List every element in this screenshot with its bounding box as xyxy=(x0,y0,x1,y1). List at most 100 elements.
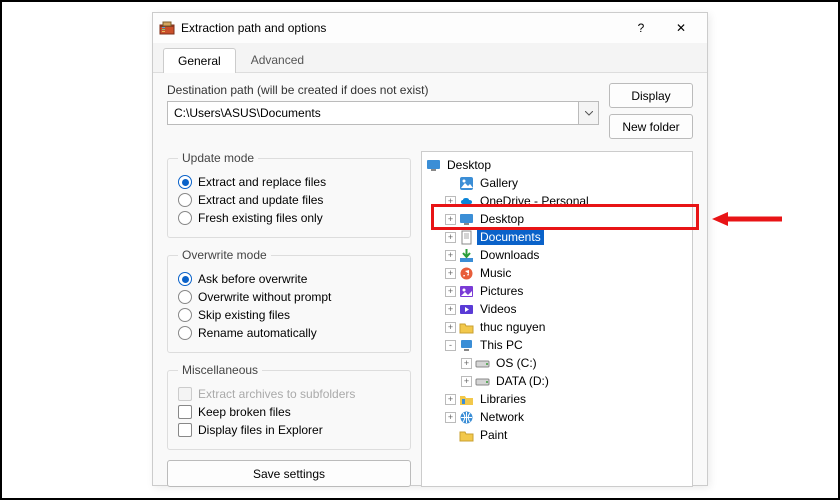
expand-icon[interactable]: + xyxy=(445,304,456,315)
expand-icon[interactable]: + xyxy=(445,322,456,333)
radio-icon xyxy=(178,211,192,225)
expand-icon[interactable]: + xyxy=(445,232,456,243)
update-mode-group: Update mode Extract and replace files Ex… xyxy=(167,151,411,238)
pictures-icon xyxy=(459,284,474,299)
documents-icon xyxy=(459,230,474,245)
expand-icon[interactable]: + xyxy=(445,214,456,225)
misc-legend: Miscellaneous xyxy=(178,363,262,377)
tree-label: Paint xyxy=(477,427,510,443)
check-display-explorer[interactable]: Display files in Explorer xyxy=(178,421,400,439)
check-label: Display files in Explorer xyxy=(198,423,323,437)
tree-node[interactable]: + Libraries xyxy=(426,390,688,408)
tree-label: OneDrive - Personal xyxy=(477,193,592,209)
expand-icon[interactable]: + xyxy=(445,412,456,423)
check-label: Keep broken files xyxy=(198,405,291,419)
radio-ask-overwrite[interactable]: Ask before overwrite xyxy=(178,270,400,288)
path-dropdown-button[interactable] xyxy=(579,101,599,125)
annotation-arrow-icon xyxy=(712,212,782,226)
tree-label: Libraries xyxy=(477,391,529,407)
thispc-icon xyxy=(459,338,474,353)
new-folder-button[interactable]: New folder xyxy=(609,114,693,139)
onedrive-icon xyxy=(459,194,474,209)
tree-node[interactable]: + Network xyxy=(426,408,688,426)
radio-label: Extract and update files xyxy=(198,193,323,207)
expand-icon[interactable]: + xyxy=(461,376,472,387)
destination-path-input[interactable] xyxy=(167,101,579,125)
radio-fresh-only[interactable]: Fresh existing files only xyxy=(178,209,400,227)
tree-node[interactable]: + Videos xyxy=(426,300,688,318)
expand-icon[interactable]: + xyxy=(445,268,456,279)
drive-icon xyxy=(475,356,490,371)
overwrite-mode-group: Overwrite mode Ask before overwrite Over… xyxy=(167,248,411,353)
radio-overwrite-no-prompt[interactable]: Overwrite without prompt xyxy=(178,288,400,306)
tree-node[interactable]: + OneDrive - Personal xyxy=(426,192,688,210)
tab-general[interactable]: General xyxy=(163,48,236,73)
folder-tree[interactable]: Desktop Gallery + OneDrive - Personal+Deskt… xyxy=(421,151,693,487)
check-label: Extract archives to subfolders xyxy=(198,387,355,401)
tree-node[interactable]: +Pictures xyxy=(426,282,688,300)
checkbox-icon xyxy=(178,423,192,437)
desktop-icon xyxy=(426,158,441,173)
tree-node[interactable]: +Music xyxy=(426,264,688,282)
tree-label: Downloads xyxy=(477,247,542,263)
titlebar: Extraction path and options ? ✕ xyxy=(153,13,707,43)
radio-icon xyxy=(178,175,192,189)
tab-advanced[interactable]: Advanced xyxy=(236,47,319,72)
expand-spacer xyxy=(445,430,456,441)
tree-node[interactable]: + DATA (D:) xyxy=(426,372,688,390)
tree-label: Desktop xyxy=(444,157,494,173)
tree-label: Videos xyxy=(477,301,519,317)
expand-icon[interactable]: + xyxy=(445,250,456,261)
radio-icon xyxy=(178,326,192,340)
save-settings-button[interactable]: Save settings xyxy=(167,460,411,487)
tree-label: thuc nguyen xyxy=(477,319,548,335)
close-button[interactable]: ✕ xyxy=(661,14,701,42)
radio-extract-update[interactable]: Extract and update files xyxy=(178,191,400,209)
radio-label: Overwrite without prompt xyxy=(198,290,331,304)
tree-label: DATA (D:) xyxy=(493,373,552,389)
radio-icon xyxy=(178,290,192,304)
path-row: Destination path (will be created if doe… xyxy=(167,83,693,139)
expand-icon[interactable]: + xyxy=(445,196,456,207)
expand-icon[interactable]: + xyxy=(445,394,456,405)
tree-label: Gallery xyxy=(477,175,521,191)
gallery-icon xyxy=(459,176,474,191)
radio-label: Ask before overwrite xyxy=(198,272,307,286)
tree-node-root[interactable]: Desktop xyxy=(426,156,688,174)
radio-rename-auto[interactable]: Rename automatically xyxy=(178,324,400,342)
overwrite-mode-legend: Overwrite mode xyxy=(178,248,271,262)
tree-node[interactable]: Paint xyxy=(426,426,688,444)
tree-node[interactable]: + thuc nguyen xyxy=(426,318,688,336)
extraction-dialog: Extraction path and options ? ✕ General … xyxy=(152,12,708,486)
display-button[interactable]: Display xyxy=(609,83,693,108)
tree-node[interactable]: Gallery xyxy=(426,174,688,192)
tree-node[interactable]: +Desktop xyxy=(426,210,688,228)
radio-label: Rename automatically xyxy=(198,326,317,340)
window-title: Extraction path and options xyxy=(181,21,621,35)
checkbox-icon xyxy=(178,405,192,419)
check-keep-broken[interactable]: Keep broken files xyxy=(178,403,400,421)
misc-group: Miscellaneous Extract archives to subfol… xyxy=(167,363,411,450)
tree-node[interactable]: +Documents xyxy=(426,228,688,246)
radio-skip-existing[interactable]: Skip existing files xyxy=(178,306,400,324)
expand-spacer xyxy=(445,178,456,189)
tree-label: OS (C:) xyxy=(493,355,540,371)
tree-node[interactable]: + OS (C:) xyxy=(426,354,688,372)
radio-extract-replace[interactable]: Extract and replace files xyxy=(178,173,400,191)
libraries-icon xyxy=(459,392,474,407)
tree-node[interactable]: -This PC xyxy=(426,336,688,354)
help-button[interactable]: ? xyxy=(621,14,661,42)
downloads-icon xyxy=(459,248,474,263)
radio-icon xyxy=(178,193,192,207)
tree-label: Network xyxy=(477,409,527,425)
network-icon xyxy=(459,410,474,425)
expand-icon[interactable]: - xyxy=(445,340,456,351)
app-icon xyxy=(159,20,175,36)
tab-bar: General Advanced xyxy=(153,43,707,73)
tree-node[interactable]: + Downloads xyxy=(426,246,688,264)
check-extract-subfolders: Extract archives to subfolders xyxy=(178,385,400,403)
expand-icon[interactable]: + xyxy=(445,286,456,297)
radio-icon xyxy=(178,272,192,286)
folder-icon xyxy=(459,320,474,335)
expand-icon[interactable]: + xyxy=(461,358,472,369)
